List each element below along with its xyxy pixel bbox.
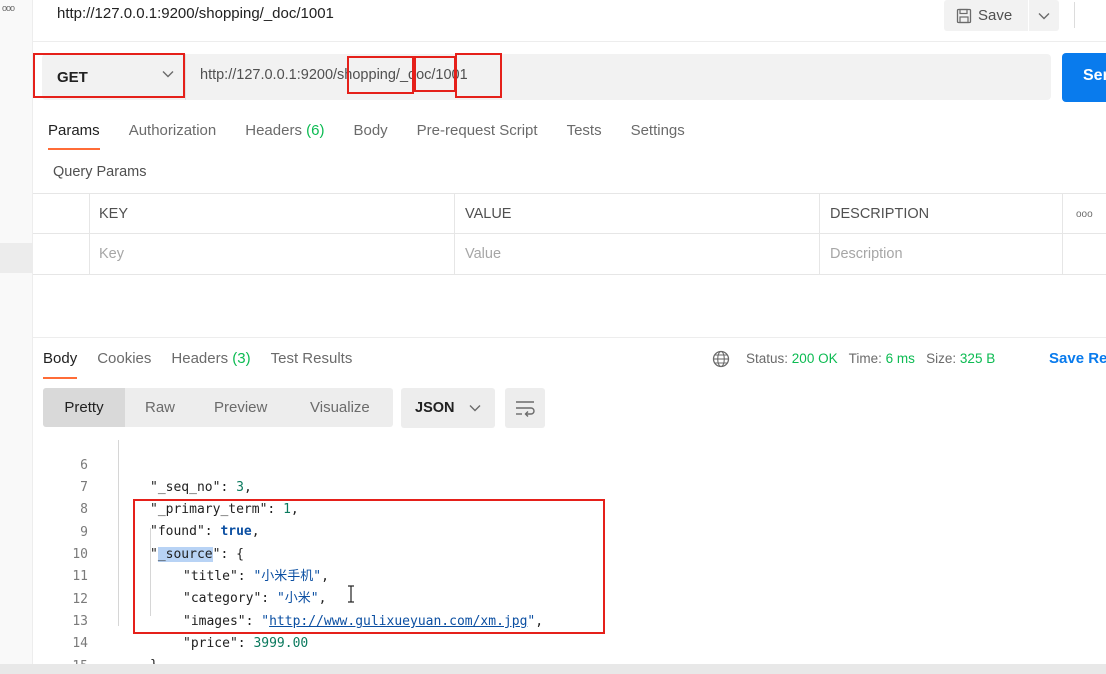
view-pretty-button[interactable]: Pretty xyxy=(43,388,125,427)
tab-response-headers[interactable]: Headers (3) xyxy=(171,350,250,367)
table-row: Key Value Description xyxy=(33,234,1106,274)
tab-prerequest-script[interactable]: Pre-request Script xyxy=(417,122,538,139)
annotation-box-source xyxy=(133,499,605,634)
tab-authorization[interactable]: Authorization xyxy=(129,122,217,139)
column-divider xyxy=(819,194,820,275)
chevron-down-icon xyxy=(1038,12,1050,19)
description-input[interactable]: Description xyxy=(820,234,903,274)
wrap-lines-button[interactable] xyxy=(505,388,545,428)
format-select[interactable]: JSON xyxy=(401,388,495,428)
save-options-button[interactable] xyxy=(1029,0,1059,31)
view-raw-button[interactable]: Raw xyxy=(145,388,175,427)
chevron-down-icon xyxy=(469,405,480,412)
annotation-box-doc xyxy=(414,56,456,92)
tab-cookies[interactable]: Cookies xyxy=(97,350,151,367)
annotation-box-index xyxy=(347,56,414,94)
tab-settings[interactable]: Settings xyxy=(631,122,685,139)
view-visualize-button[interactable]: Visualize xyxy=(310,388,370,427)
key-input[interactable]: Key xyxy=(89,234,124,274)
response-headers-count: (3) xyxy=(232,350,251,367)
tab-test-results[interactable]: Test Results xyxy=(271,350,353,367)
line-number: 15 xyxy=(48,656,88,664)
save-icon xyxy=(956,8,972,23)
column-divider xyxy=(89,194,90,275)
column-divider xyxy=(1062,194,1063,275)
annotation-box-id xyxy=(455,53,502,98)
tab-response-headers-label: Headers xyxy=(171,350,229,367)
size-value[interactable]: 325 B xyxy=(960,351,995,366)
params-header-row: KEY VALUE DESCRIPTION ooo xyxy=(33,194,1106,234)
response-status: Status: 200 OK Time: 6 ms Size: 325 B xyxy=(746,351,995,366)
status-value[interactable]: 200 OK xyxy=(792,351,838,366)
more-icon[interactable]: ooo xyxy=(1066,194,1093,234)
code-line: 15 } xyxy=(33,634,1106,664)
time-label: Time: xyxy=(848,351,882,366)
column-divider xyxy=(454,194,455,275)
wrap-text-icon xyxy=(516,401,535,417)
save-label: Save xyxy=(978,7,1013,24)
size-label: Size: xyxy=(926,351,957,366)
column-description: DESCRIPTION xyxy=(830,206,930,222)
view-preview-button[interactable]: Preview xyxy=(214,388,267,427)
column-value: VALUE xyxy=(465,206,512,222)
send-button[interactable]: Sen xyxy=(1062,53,1106,102)
code-line: 8 "found": true, xyxy=(33,477,1106,539)
save-response-button[interactable]: Save Re xyxy=(1049,350,1106,367)
query-params-title: Query Params xyxy=(53,164,147,180)
headers-count: (6) xyxy=(306,122,325,139)
format-label: JSON xyxy=(415,400,455,416)
left-rail: ooo xyxy=(0,0,33,674)
save-button[interactable]: Save xyxy=(944,0,1028,31)
tab-tests[interactable]: Tests xyxy=(567,122,602,139)
tab-response-body[interactable]: Body xyxy=(43,350,78,379)
globe-icon[interactable] xyxy=(712,350,730,368)
annotation-box-method xyxy=(33,53,185,98)
params-table: KEY VALUE DESCRIPTION ooo Key Value Desc… xyxy=(33,193,1106,275)
url-bar xyxy=(42,54,1051,100)
tab-params[interactable]: Params xyxy=(48,122,100,150)
column-key: KEY xyxy=(99,206,129,222)
tab-headers[interactable]: Headers (6) xyxy=(245,122,324,139)
request-tabs: Params Authorization Headers (6) Body Pr… xyxy=(48,122,714,150)
code-line: 6 "_seq_no": 3, xyxy=(33,440,1106,495)
more-icon[interactable]: ooo xyxy=(2,3,15,13)
view-mode-group: Pretty Raw Preview Visualize xyxy=(43,388,393,427)
request-title: http://127.0.0.1:9200/shopping/_doc/1001 xyxy=(57,5,334,22)
code-line: 7 "_primary_term": 1, xyxy=(33,455,1106,517)
tab-body[interactable]: Body xyxy=(353,122,387,139)
status-bar xyxy=(0,664,1106,674)
tab-headers-label: Headers xyxy=(245,122,302,139)
status-label: Status: xyxy=(746,351,789,366)
toolbar-divider xyxy=(1074,2,1075,28)
pane-divider[interactable] xyxy=(33,275,1106,338)
header-divider xyxy=(33,41,1106,42)
response-tabs: Body Cookies Headers (3) Test Results xyxy=(43,350,372,379)
value-input[interactable]: Value xyxy=(455,234,501,274)
time-value[interactable]: 6 ms xyxy=(886,351,915,366)
rail-active-item[interactable] xyxy=(0,243,33,273)
